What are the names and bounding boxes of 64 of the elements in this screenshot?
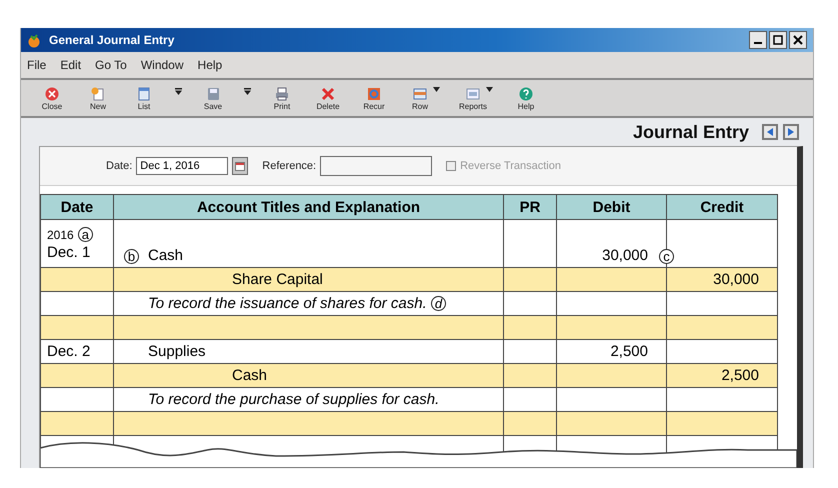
printer-icon: [274, 86, 290, 102]
explanation-text: To record the issuance of shares for cash.: [148, 295, 427, 312]
minimize-icon: [754, 42, 762, 44]
dropdown-arrow-icon[interactable]: [175, 88, 182, 95]
explanation-text: To record the purchase of supplies for cash.: [148, 391, 440, 408]
date-text: Dec. 1: [47, 244, 90, 260]
toolbar-button[interactable]: Recur: [353, 86, 395, 110]
minimize-button[interactable]: [749, 31, 767, 49]
menu-item[interactable]: File: [27, 58, 46, 72]
toolbar-button[interactable]: Save: [192, 86, 234, 110]
debit-cell: 30,000: [602, 247, 648, 264]
credit-cell: 2,500: [721, 367, 759, 384]
toolbar-button[interactable]: New: [77, 86, 119, 110]
toolbar-button[interactable]: Delete: [307, 86, 349, 110]
date-text: Dec. 2: [47, 342, 90, 360]
annotation-marker: c: [659, 249, 674, 264]
date-label: Date:: [106, 160, 132, 172]
menu-item[interactable]: Edit: [60, 58, 82, 72]
window-title: General Journal Entry: [49, 33, 176, 47]
calendar-icon[interactable]: [232, 157, 248, 175]
delete-icon: [320, 86, 336, 102]
maximize-button[interactable]: [769, 31, 787, 49]
toolbar-button[interactable]: Print: [261, 86, 303, 110]
previous-button[interactable]: [762, 124, 778, 140]
right-arrow-icon: [787, 128, 795, 136]
close-icon: [44, 86, 60, 102]
close-button[interactable]: [789, 31, 807, 49]
caret-icon: [433, 87, 440, 92]
list-icon: [136, 86, 152, 102]
account-cell: Cash: [232, 367, 268, 384]
help-icon: [518, 86, 534, 102]
date-text: 2016: [47, 228, 74, 242]
caret-icon: [486, 87, 493, 92]
dropdown-arrow-icon[interactable]: [244, 88, 251, 95]
annotation-marker: a: [78, 226, 93, 242]
annotation-marker: d: [430, 296, 446, 311]
debit-cell: 2,500: [610, 343, 648, 360]
left-arrow-icon: [766, 128, 774, 136]
account-cell: Supplies: [148, 343, 206, 360]
column-header: Date: [40, 194, 114, 220]
toolbar-button[interactable]: Help: [505, 86, 547, 110]
next-button[interactable]: [783, 124, 799, 140]
column-header: PR: [504, 194, 556, 220]
menu-item[interactable]: Go To: [95, 58, 127, 72]
account-cell: Share Capital: [232, 271, 323, 288]
menu-item[interactable]: Window: [140, 58, 184, 72]
date-field[interactable]: Dec 1, 2016: [136, 157, 228, 175]
reference-label: Reference:: [262, 160, 316, 172]
annotation-marker: b: [124, 249, 139, 264]
new-document-icon: [90, 86, 106, 102]
reference-field[interactable]: [320, 156, 432, 176]
checkbox-label: Reverse Transaction: [460, 160, 561, 172]
close-icon: [793, 35, 803, 45]
maximize-icon: [773, 35, 783, 45]
toolbar-button[interactable]: List: [123, 86, 165, 110]
column-header: Account Titles and Explanation: [114, 194, 504, 220]
account-cell: Cash: [148, 247, 184, 264]
column-header: Debit: [556, 194, 666, 220]
app-logo-icon: [27, 32, 41, 48]
menu-item[interactable]: Help: [198, 58, 222, 72]
credit-cell: 30,000: [713, 271, 759, 288]
page-heading: Journal Entry: [632, 122, 749, 142]
column-header: Credit: [666, 194, 778, 220]
toolbar-button[interactable]: Close: [31, 86, 73, 110]
